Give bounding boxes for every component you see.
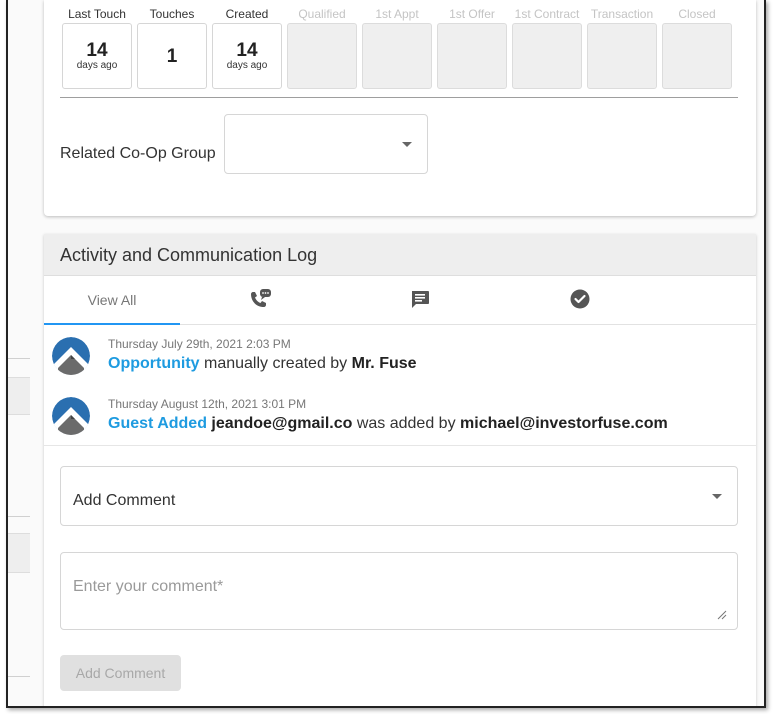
activity-entry: Thursday August 12th, 2021 3:01 PM Guest… <box>52 397 742 447</box>
activity-timestamp: Thursday July 29th, 2021 2:03 PM <box>108 337 291 351</box>
chevron-down-icon <box>712 494 722 499</box>
resize-handle-icon[interactable] <box>717 607 727 620</box>
stage-label: 1st Contract <box>514 7 580 21</box>
stage-value-box: 1 <box>137 23 207 89</box>
stage-value-box <box>587 23 657 89</box>
stage-value-box <box>362 23 432 89</box>
stage-value-box <box>287 23 357 89</box>
stage-value-box <box>662 23 732 89</box>
stats-divider <box>60 97 738 98</box>
app-frame: Last Touch 14 days ago Touches 1 Created 14 day… <box>6 0 766 708</box>
comment-textarea[interactable]: Enter your comment* <box>60 552 738 630</box>
stage-label: Touches <box>149 7 195 21</box>
tab-messages[interactable] <box>340 277 500 325</box>
tab-view-all-label: View All <box>87 292 137 308</box>
stage-unit: days ago <box>226 60 268 71</box>
stage-touches: Touches 1 <box>137 6 207 89</box>
tab-view-all[interactable]: View All <box>44 277 180 325</box>
stage-unit: days ago <box>76 60 118 71</box>
phone-chat-icon <box>247 288 273 315</box>
comment-type-label: Add Comment <box>73 492 176 509</box>
activity-tabs: View All <box>44 277 756 325</box>
sidebar-divider <box>8 516 30 517</box>
sidebar-divider <box>8 676 30 677</box>
stage-tracker: Last Touch 14 days ago Touches 1 Created 14 day… <box>62 6 732 89</box>
activity-entry: Thursday July 29th, 2021 2:03 PM Opportu… <box>52 337 742 387</box>
activity-log-title: Activity and Communication Log <box>60 245 318 265</box>
chevron-down-icon <box>402 142 412 147</box>
stage-value-box <box>512 23 582 89</box>
stage-label: Closed <box>678 7 716 21</box>
stage-1st-offer: 1st Offer <box>437 6 507 89</box>
coop-group-label: Related Co-Op Group <box>60 145 216 162</box>
activity-log-panel: Activity and Communication Log View All <box>44 234 756 706</box>
activity-log-header: Activity and Communication Log <box>44 234 756 276</box>
sidebar-item[interactable] <box>8 377 30 415</box>
log-divider <box>44 445 756 446</box>
stage-value: 14 <box>86 40 108 61</box>
stage-value: 14 <box>236 40 258 61</box>
stage-label: Transaction <box>590 7 654 21</box>
add-comment-button[interactable]: Add Comment <box>60 655 181 691</box>
guest-email: jeandoe@gmail.co <box>211 415 353 432</box>
stage-label: 1st Appt <box>375 7 419 21</box>
coop-group-select[interactable] <box>224 114 428 174</box>
activity-description: Opportunity manually created by Mr. Fuse <box>108 355 417 373</box>
sidebar-divider <box>8 358 30 359</box>
sidebar-item[interactable] <box>8 533 30 573</box>
activity-text: manually created by <box>199 355 352 372</box>
stage-1st-appt: 1st Appt <box>362 6 432 89</box>
tab-calls[interactable] <box>180 277 340 325</box>
company-logo-avatar <box>52 397 90 435</box>
stage-value: 1 <box>166 45 178 67</box>
company-logo-avatar <box>52 337 90 375</box>
activity-actor: michael@investorfuse.com <box>460 415 668 432</box>
stage-label: Qualified <box>298 7 346 21</box>
activity-description: Guest Added jeandoe@gmail.co was added b… <box>108 415 668 433</box>
tab-tasks[interactable] <box>500 277 660 325</box>
stage-value-box <box>437 23 507 89</box>
opportunity-stats-panel: Last Touch 14 days ago Touches 1 Created 14 day… <box>44 0 756 216</box>
stage-closed: Closed <box>662 6 732 89</box>
add-comment-button-label: Add Comment <box>75 665 166 681</box>
stage-created: Created 14 days ago <box>212 6 282 89</box>
stage-value-box: 14 days ago <box>62 23 132 89</box>
message-icon <box>409 288 431 315</box>
activity-actor: Mr. Fuse <box>351 355 417 372</box>
stage-label: Created <box>225 7 269 21</box>
comment-placeholder: Enter your comment* <box>73 578 224 595</box>
opportunity-link[interactable]: Opportunity <box>108 355 200 372</box>
stage-value-box: 14 days ago <box>212 23 282 89</box>
check-circle-icon <box>569 288 591 315</box>
stage-last-touch: Last Touch 14 days ago <box>62 6 132 89</box>
activity-text: was added by <box>352 415 461 432</box>
stage-1st-contract: 1st Contract <box>512 6 582 89</box>
stage-label: Last Touch <box>68 7 126 21</box>
stage-label: 1st Offer <box>449 7 495 21</box>
stage-transaction: Transaction <box>587 6 657 89</box>
comment-type-select[interactable]: Add Comment <box>60 466 738 526</box>
guest-added-link[interactable]: Guest Added <box>108 415 207 432</box>
stage-qualified: Qualified <box>287 6 357 89</box>
activity-timestamp: Thursday August 12th, 2021 3:01 PM <box>108 397 307 411</box>
